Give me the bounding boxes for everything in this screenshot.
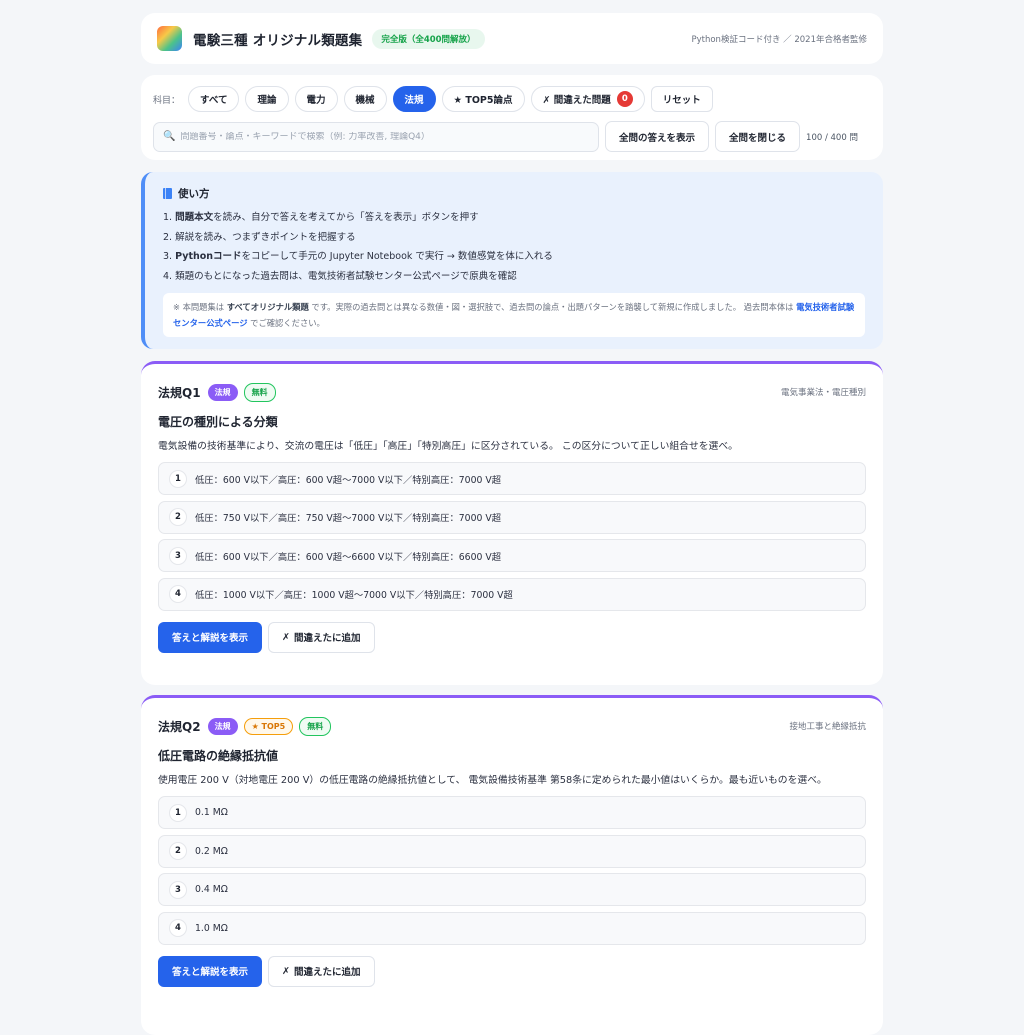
app-title: 電験三種 オリジナル類題集: [193, 32, 363, 49]
question-title: 電圧の種別による分類: [158, 415, 278, 429]
reset-button[interactable]: リセット: [650, 86, 713, 112]
show-answer-button[interactable]: 答えと解説を表示: [158, 621, 263, 653]
choice-number: 3: [169, 546, 187, 565]
choice-text: 1.0 MΩ: [195, 922, 228, 934]
search-box[interactable]: 🔍: [153, 121, 599, 152]
choice-option[interactable]: 2 低圧：750 V以下／高圧：750 V超〜7000 V以下／特別高圧：7000…: [158, 500, 866, 534]
step-number: 2.: [163, 231, 173, 243]
usage-step: 3. Pythonコードをコピーして手元の Jupyter Notebook で…: [163, 247, 867, 267]
free-tag: 無料: [299, 716, 332, 736]
app-logo: [157, 26, 182, 51]
step-number: 3.: [163, 251, 173, 262]
note-text: です。実際の過去問とは異なる数値・図・選択肢で、過去問の論点・出題パターンを踏襲…: [311, 302, 794, 312]
header-note: Python検証コード付き ／ 2021年合格者監修: [691, 34, 867, 45]
choice-option[interactable]: 2 0.2 MΩ: [158, 834, 866, 868]
question-card: 法規Q1 法規 無料 電気事業法・電圧種別 電圧の種別による分類 電気設備の技術…: [141, 361, 883, 685]
note-text: ※ 本問題集は: [173, 302, 225, 312]
choice-number: 4: [169, 585, 187, 603]
search-icon: 🔍: [163, 131, 176, 142]
choice-text: 0.1 MΩ: [195, 807, 228, 818]
note-bold: すべてオリジナル類題: [226, 302, 309, 312]
disclaimer-note: ※ 本問題集は すべてオリジナル類題 です。実際の過去問とは異なる数値・図・選択…: [163, 293, 865, 337]
usage-step: 1. 問題本文を読み、自分で答えを考えてから「答えを表示」ボタンを押す: [163, 208, 867, 228]
chip-top5[interactable]: ★ TOP5論点: [441, 86, 525, 112]
chip-power[interactable]: 電力: [294, 86, 338, 112]
edition-badge: 完全版（全400問解放）: [372, 28, 485, 49]
filter-panel: 科目： すべて 理論 電力 機械 法規 ★ TOP5論点 ✗ 間違えた問題 0 …: [141, 75, 883, 160]
choice-text: 0.4 MΩ: [195, 884, 228, 895]
add-to-mistakes-button[interactable]: ✗ 間違えたに追加: [268, 955, 375, 987]
x-icon: ✗: [282, 965, 290, 977]
choice-option[interactable]: 3 0.4 MΩ: [158, 873, 866, 906]
question-topic: 電気事業法・電圧種別: [780, 388, 866, 398]
choice-option[interactable]: 3 低圧：600 V以下／高圧：600 V超〜6600 V以下／特別高圧：6600…: [158, 539, 866, 572]
step-text: をコピーして手元の Jupyter Notebook で実行 → 数値感覚を体に…: [241, 251, 553, 262]
question-card: 法規Q2 法規 ★ TOP5 無料 接地工事と絶縁抵抗 低圧電路の絶縁抵抗値 使…: [141, 695, 883, 1035]
top5-tag: ★ TOP5: [243, 717, 294, 735]
choice-number: 3: [169, 880, 187, 899]
app-header: 電験三種 オリジナル類題集 完全版（全400問解放） Python検証コード付き…: [141, 13, 883, 64]
chip-mistakes-label: ✗ 間違えた問題: [542, 95, 611, 106]
choice-number: 1: [169, 469, 187, 488]
choice-text: 低圧：600 V以下／高圧：600 V超〜6600 V以下／特別高圧：6600 …: [195, 551, 502, 563]
chip-mistakes[interactable]: ✗ 間違えた問題 0: [530, 86, 645, 112]
step-bold: 問題本文: [175, 212, 214, 223]
choice-option[interactable]: 1 低圧：600 V以下／高圧：600 V超〜7000 V以下／特別高圧：7000…: [158, 462, 866, 495]
close-all-button[interactable]: 全問を閉じる: [715, 121, 801, 152]
usage-title-row: 使い方: [163, 186, 867, 201]
question-number: 法規Q2: [158, 719, 201, 734]
search-input[interactable]: [180, 131, 581, 142]
add-to-mistakes-label: 間違えたに追加: [293, 633, 361, 644]
chip-theory[interactable]: 理論: [245, 86, 289, 112]
step-text: を読み、自分で答えを考えてから「答えを表示」ボタンを押す: [213, 212, 479, 223]
mistakes-count-badge: 0: [616, 91, 633, 107]
progress-count: 100 / 400 問: [806, 132, 858, 143]
question-title: 低圧電路の絶縁抵抗値: [158, 749, 279, 763]
choice-text: 0.2 MΩ: [195, 845, 228, 857]
choice-number: 1: [169, 803, 187, 822]
subject-tag: 法規: [207, 717, 238, 735]
subject-tag: 法規: [207, 383, 238, 401]
choice-number: 2: [169, 508, 187, 526]
step-text: 解説を読み、つまずきポイントを把握する: [175, 231, 356, 243]
choice-number: 2: [169, 842, 187, 860]
usage-title: 使い方: [178, 188, 210, 200]
free-tag: 無料: [243, 382, 276, 402]
book-icon: [163, 188, 172, 199]
choice-option[interactable]: 1 0.1 MΩ: [158, 796, 866, 829]
usage-steps: 1. 問題本文を読み、自分で答えを考えてから「答えを表示」ボタンを押す 2. 解…: [163, 208, 867, 286]
usage-step: 4. 類題のもとになった過去問は、電気技術者試験センター公式ページで原典を確認: [163, 267, 867, 287]
usage-panel: 使い方 1. 問題本文を読み、自分で答えを考えてから「答えを表示」ボタンを押す …: [141, 172, 883, 349]
choice-text: 低圧：1000 V以下／高圧：1000 V超〜7000 V以下／特別高圧：700…: [195, 590, 513, 601]
choice-text: 低圧：600 V以下／高圧：600 V超〜7000 V以下／特別高圧：7000 …: [195, 474, 502, 486]
choice-option[interactable]: 4 1.0 MΩ: [158, 911, 866, 945]
step-bold: Pythonコード: [175, 251, 242, 262]
chip-law[interactable]: 法規: [392, 86, 436, 112]
choice-text: 低圧：750 V以下／高圧：750 V超〜7000 V以下／特別高圧：7000 …: [195, 513, 502, 524]
subject-label: 科目：: [153, 95, 181, 106]
usage-step: 2. 解説を読み、つまずきポイントを把握する: [163, 228, 867, 248]
question-body: 使用電圧 200 V（対地電圧 200 V）の低圧電路の絶縁抵抗値として、 電気…: [158, 775, 827, 786]
chip-machine[interactable]: 機械: [343, 86, 387, 112]
chip-all[interactable]: すべて: [188, 86, 240, 112]
show-all-answers-button[interactable]: 全問の答えを表示: [605, 121, 710, 152]
add-to-mistakes-label: 間違えたに追加: [293, 967, 361, 978]
step-number: 4.: [163, 270, 173, 282]
note-text: でご確認ください。: [250, 318, 325, 328]
choice-number: 4: [169, 919, 187, 937]
question-body: 電気設備の技術基準により、交流の電圧は「低圧」「高圧」「特別高圧」に区分されてい…: [158, 441, 738, 452]
add-to-mistakes-button[interactable]: ✗ 間違えたに追加: [268, 621, 375, 653]
show-answer-button[interactable]: 答えと解説を表示: [158, 955, 263, 987]
step-text: 類題のもとになった過去問は、電気技術者試験センター公式ページで原典を確認: [175, 270, 517, 282]
question-number: 法規Q1: [158, 385, 201, 400]
choice-option[interactable]: 4 低圧：1000 V以下／高圧：1000 V超〜7000 V以下／特別高圧：70…: [158, 577, 866, 611]
question-topic: 接地工事と絶縁抵抗: [789, 722, 866, 732]
step-number: 1.: [163, 212, 173, 223]
x-icon: ✗: [282, 631, 290, 643]
